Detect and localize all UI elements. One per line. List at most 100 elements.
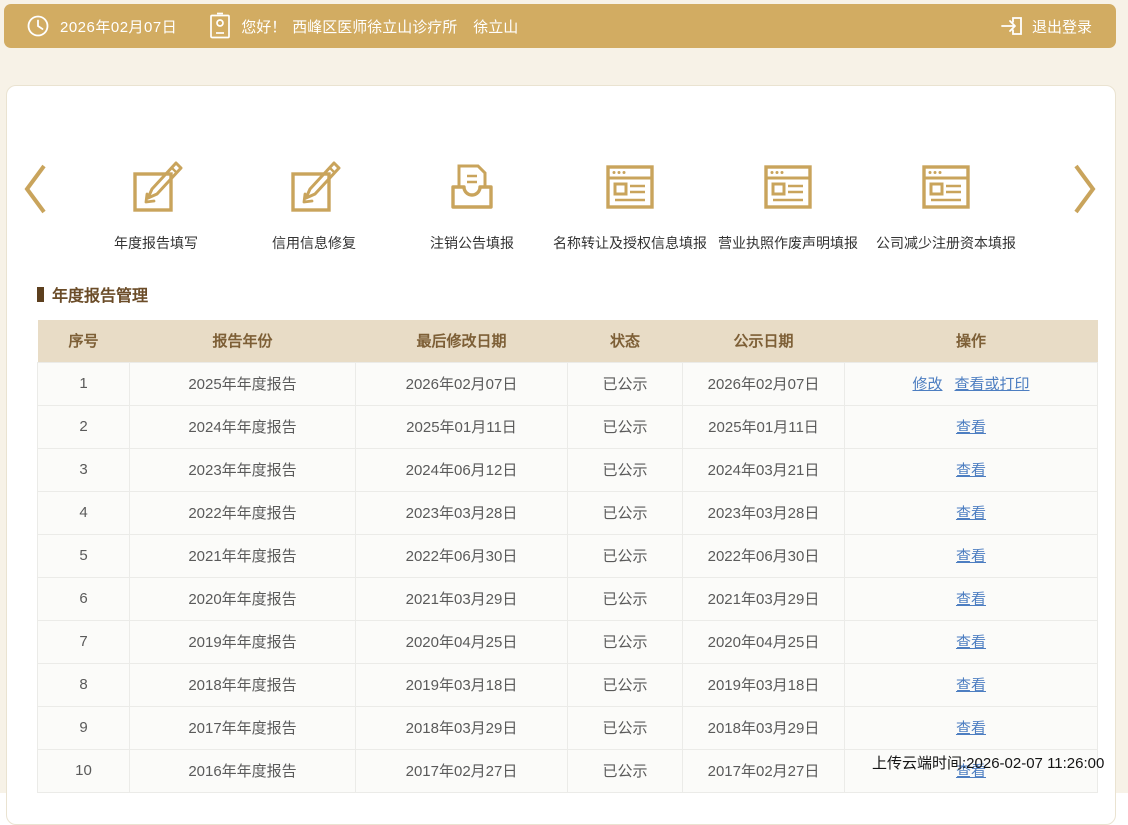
table-row: 7 2019年年度报告 2020年04月25日 已公示 2020年04月25日 … bbox=[38, 620, 1098, 663]
row-modified-date: 2020年04月25日 bbox=[356, 620, 568, 663]
section-title: 年度报告管理 bbox=[37, 282, 148, 306]
form-icon bbox=[599, 156, 661, 218]
table-row: 4 2022年年度报告 2023年03月28日 已公示 2023年03月28日 … bbox=[38, 491, 1098, 534]
view-link[interactable]: 查看 bbox=[956, 591, 986, 608]
table-header-row: 序号 报告年份 最后修改日期 状态 公示日期 操作 bbox=[38, 320, 1098, 362]
view-link[interactable]: 查看 bbox=[956, 677, 986, 694]
row-report-year: 2019年年度报告 bbox=[130, 620, 356, 663]
row-actions: 查看 bbox=[845, 448, 1098, 491]
table-row: 5 2021年年度报告 2022年06月30日 已公示 2022年06月30日 … bbox=[38, 534, 1098, 577]
view-or-print-link[interactable]: 查看或打印 bbox=[955, 376, 1030, 393]
carousel-item[interactable]: 年度报告填写 bbox=[77, 156, 235, 253]
table-row: 9 2017年年度报告 2018年03月29日 已公示 2018年03月29日 … bbox=[38, 706, 1098, 749]
row-seq: 3 bbox=[38, 448, 130, 491]
row-publish-date: 2025年01月11日 bbox=[683, 405, 845, 448]
row-report-year: 2023年年度报告 bbox=[130, 448, 356, 491]
carousel-prev-button[interactable] bbox=[21, 162, 49, 216]
row-publish-date: 2019年03月18日 bbox=[683, 663, 845, 706]
row-report-year: 2022年年度报告 bbox=[130, 491, 356, 534]
carousel-next-button[interactable] bbox=[1071, 162, 1099, 216]
carousel-item-label: 名称转让及授权信息填报 bbox=[553, 233, 707, 253]
row-status: 已公示 bbox=[568, 534, 683, 577]
table-row: 6 2020年年度报告 2021年03月29日 已公示 2021年03月29日 … bbox=[38, 577, 1098, 620]
row-seq: 7 bbox=[38, 620, 130, 663]
row-status: 已公示 bbox=[568, 706, 683, 749]
row-actions: 查看 bbox=[845, 491, 1098, 534]
row-status: 已公示 bbox=[568, 577, 683, 620]
view-link[interactable]: 查看 bbox=[956, 548, 986, 565]
view-link[interactable]: 查看 bbox=[956, 634, 986, 651]
row-status: 已公示 bbox=[568, 620, 683, 663]
row-status: 已公示 bbox=[568, 749, 683, 792]
row-seq: 5 bbox=[38, 534, 130, 577]
header-modified: 最后修改日期 bbox=[356, 320, 568, 362]
row-actions: 查看 bbox=[845, 577, 1098, 620]
carousel-item[interactable]: 营业执照作废声明填报 bbox=[709, 156, 867, 253]
inbox-icon bbox=[441, 156, 503, 218]
carousel-item[interactable]: 信用信息修复 bbox=[235, 156, 393, 253]
row-actions: 查看 bbox=[845, 534, 1098, 577]
main-card: 年度报告填写 信用信息修复 注销公告填报 名称转让及授权信息填报 bbox=[6, 85, 1116, 825]
row-report-year: 2018年年度报告 bbox=[130, 663, 356, 706]
edit-icon bbox=[125, 156, 187, 218]
header-seq: 序号 bbox=[38, 320, 130, 362]
clock-icon bbox=[26, 14, 50, 38]
organization-name: 西峰区医师徐立山诊疗所 bbox=[292, 16, 457, 37]
header-report-year: 报告年份 bbox=[130, 320, 356, 362]
row-modified-date: 2023年03月28日 bbox=[356, 491, 568, 534]
row-publish-date: 2022年06月30日 bbox=[683, 534, 845, 577]
row-modified-date: 2025年01月11日 bbox=[356, 405, 568, 448]
chevron-left-icon bbox=[21, 162, 49, 216]
chevron-right-icon bbox=[1071, 162, 1099, 216]
row-publish-date: 2017年02月27日 bbox=[683, 749, 845, 792]
current-date: 2026年02月07日 bbox=[60, 16, 177, 37]
row-seq: 6 bbox=[38, 577, 130, 620]
row-seq: 4 bbox=[38, 491, 130, 534]
row-report-year: 2024年年度报告 bbox=[130, 405, 356, 448]
header-publish-date: 公示日期 bbox=[683, 320, 845, 362]
row-publish-date: 2023年03月28日 bbox=[683, 491, 845, 534]
header-status: 状态 bbox=[568, 320, 683, 362]
carousel-item[interactable]: 注销公告填报 bbox=[393, 156, 551, 253]
row-seq: 10 bbox=[38, 749, 130, 792]
row-report-year: 2016年年度报告 bbox=[130, 749, 356, 792]
view-link[interactable]: 查看 bbox=[956, 505, 986, 522]
row-actions: 查看 bbox=[845, 706, 1098, 749]
table-row: 3 2023年年度报告 2024年06月12日 已公示 2024年03月21日 … bbox=[38, 448, 1098, 491]
row-modified-date: 2021年03月29日 bbox=[356, 577, 568, 620]
carousel-item-label: 年度报告填写 bbox=[114, 233, 198, 253]
header-actions: 操作 bbox=[845, 320, 1098, 362]
row-actions: 修改查看或打印 bbox=[845, 362, 1098, 405]
topbar-left: 2026年02月07日 您好！ 西峰区医师徐立山诊疗所 徐立山 bbox=[4, 12, 518, 40]
view-link[interactable]: 查看 bbox=[956, 720, 986, 737]
row-modified-date: 2019年03月18日 bbox=[356, 663, 568, 706]
row-publish-date: 2026年02月07日 bbox=[683, 362, 845, 405]
carousel-items: 年度报告填写 信用信息修复 注销公告填报 名称转让及授权信息填报 bbox=[77, 156, 1025, 253]
user-name: 徐立山 bbox=[473, 16, 518, 37]
row-seq: 8 bbox=[38, 663, 130, 706]
carousel-item[interactable]: 公司减少注册资本填报 bbox=[867, 156, 1025, 253]
logout-button[interactable]: 退出登录 bbox=[999, 14, 1116, 38]
view-link[interactable]: 查看 bbox=[956, 462, 986, 479]
row-status: 已公示 bbox=[568, 448, 683, 491]
modify-link[interactable]: 修改 bbox=[912, 376, 942, 393]
row-modified-date: 2018年03月29日 bbox=[356, 706, 568, 749]
row-report-year: 2025年年度报告 bbox=[130, 362, 356, 405]
row-status: 已公示 bbox=[568, 362, 683, 405]
view-link[interactable]: 查看 bbox=[956, 419, 986, 436]
section-bullet-icon bbox=[37, 287, 44, 302]
row-status: 已公示 bbox=[568, 663, 683, 706]
row-publish-date: 2020年04月25日 bbox=[683, 620, 845, 663]
edit-icon bbox=[283, 156, 345, 218]
row-actions: 查看 bbox=[845, 405, 1098, 448]
row-seq: 9 bbox=[38, 706, 130, 749]
row-modified-date: 2026年02月07日 bbox=[356, 362, 568, 405]
row-seq: 2 bbox=[38, 405, 130, 448]
form-icon bbox=[757, 156, 819, 218]
carousel-item-label: 公司减少注册资本填报 bbox=[876, 233, 1016, 253]
section-title-text: 年度报告管理 bbox=[52, 282, 148, 306]
carousel-item[interactable]: 名称转让及授权信息填报 bbox=[551, 156, 709, 253]
row-publish-date: 2018年03月29日 bbox=[683, 706, 845, 749]
annual-report-table: 序号 报告年份 最后修改日期 状态 公示日期 操作 1 2025年年度报告 20… bbox=[37, 320, 1097, 793]
upload-time-watermark: 上传云端时间:2026-02-07 11:26:00 bbox=[872, 752, 1104, 773]
